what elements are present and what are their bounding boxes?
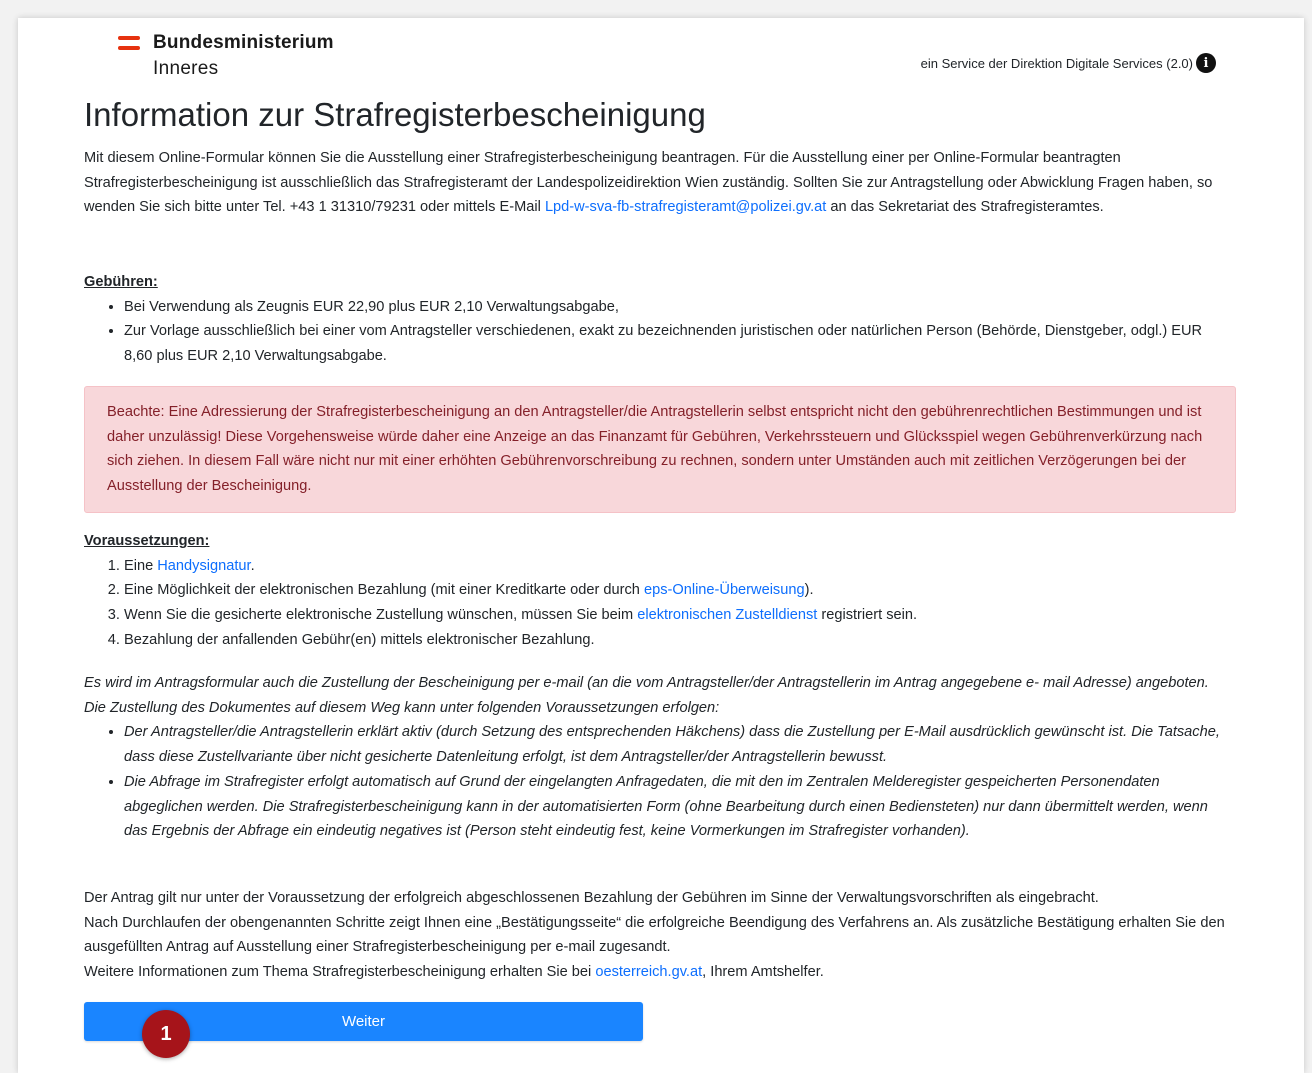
item-text: registriert sein. [817, 607, 918, 624]
closing-line3: Weitere Informationen zum Thema Strafreg… [84, 960, 1234, 985]
info-icon[interactable]: i [1196, 53, 1216, 73]
fees-list: Bei Verwendung als Zeugnis EUR 22,90 plu… [84, 295, 1234, 369]
austria-flag-icon [118, 36, 140, 50]
list-item: Bezahlung der anfallenden Gebühr(en) mit… [124, 628, 1234, 653]
intro-paragraph: Mit diesem Online-Formular können Sie di… [84, 146, 1234, 220]
list-item: Wenn Sie die gesicherte elektronische Zu… [124, 603, 1234, 628]
closing-text: , Ihrem Amtshelfer. [702, 964, 824, 981]
email-info-text: Es wird im Antragsformular auch die Zust… [84, 675, 1209, 716]
prerequisites-list: Eine Handysignatur. Eine Möglichkeit der… [84, 554, 1234, 653]
logo-line2: Inneres [153, 58, 219, 79]
item-text: Eine Möglichkeit der elektronischen Beza… [124, 582, 644, 599]
email-info-list: Der Antragsteller/die Antragstellerin er… [84, 720, 1234, 844]
list-item: Der Antragsteller/die Antragstellerin er… [124, 720, 1234, 769]
eps-link[interactable]: eps-Online-Überweisung [644, 582, 805, 598]
closing-text: Weitere Informationen zum Thema Strafreg… [84, 964, 596, 981]
intro-text-after: an das Sekretariat des Strafregisteramte… [826, 199, 1104, 216]
fees-item: Bei Verwendung als Zeugnis EUR 22,90 plu… [124, 295, 1234, 320]
list-item: Eine Handysignatur. [124, 554, 1234, 579]
service-info: ein Service der Direktion Digitale Servi… [921, 53, 1216, 73]
closing-section: Der Antrag gilt nur unter der Voraussetz… [84, 886, 1234, 985]
item-text: ). [804, 582, 814, 599]
logo-line1: Bundesministerium [153, 32, 334, 53]
fees-item: Zur Vorlage ausschließlich bei einer vom… [124, 319, 1234, 368]
list-item: Die Abfrage im Strafregister erfolgt aut… [124, 770, 1234, 844]
fees-section: Gebühren: Bei Verwendung als Zeugnis EUR… [84, 270, 1234, 369]
prerequisites-section: Voraussetzungen: Eine Handysignatur. Ein… [84, 529, 1234, 653]
email-link[interactable]: Lpd-w-sva-fb-strafregisteramt@polizei.gv… [545, 199, 826, 215]
handysignatur-link[interactable]: Handysignatur [157, 558, 250, 574]
service-text: ein Service der Direktion Digitale Servi… [920, 55, 1193, 71]
closing-line1: Der Antrag gilt nur unter der Voraussetz… [84, 890, 1099, 906]
item-text: . [250, 557, 255, 574]
zustelldienst-link[interactable]: elektronischen Zustelldienst [637, 607, 817, 623]
page-title: Information zur Strafregisterbescheinigu… [84, 96, 706, 133]
prerequisites-heading: Voraussetzungen: [84, 533, 210, 549]
fees-heading: Gebühren: [84, 274, 158, 290]
email-info-section: Es wird im Antragsformular auch die Zust… [84, 671, 1234, 844]
warning-alert: Beachte: Eine Adressierung der Strafregi… [84, 386, 1236, 513]
item-text: Eine [124, 557, 158, 574]
closing-line2: Nach Durchlaufen der obengenannten Schri… [84, 914, 1225, 956]
item-text: Wenn Sie die gesicherte elektronische Zu… [124, 607, 638, 624]
step-badge: 1 [142, 1010, 190, 1058]
oesterreich-link[interactable]: oesterreich.gv.at [595, 964, 702, 980]
list-item: Eine Möglichkeit der elektronischen Beza… [124, 578, 1234, 603]
